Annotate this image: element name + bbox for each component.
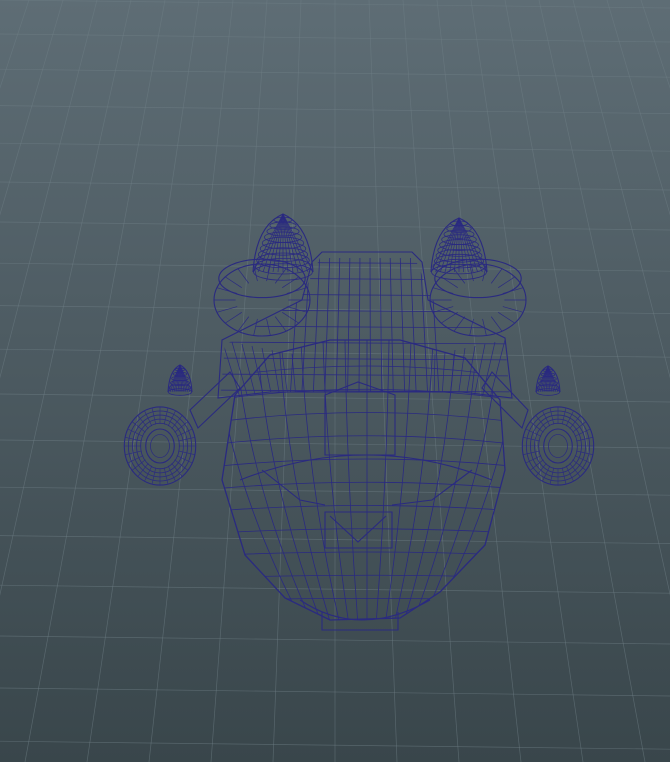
left-engine-pod — [123, 406, 197, 486]
main-hull — [221, 339, 506, 631]
left-top-nacelle — [213, 258, 311, 337]
viewport-canvas[interactable] — [0, 0, 670, 762]
ground-grid — [0, 0, 670, 762]
spaceship-wireframe-model[interactable] — [123, 213, 595, 631]
left-small-thruster-cone — [167, 364, 193, 396]
right-engine-pod — [521, 406, 595, 486]
left-top-thruster-cone — [252, 213, 314, 281]
chin-edge — [299, 599, 431, 621]
right-small-thruster-cone — [535, 365, 561, 396]
maya-viewport-perspective[interactable] — [0, 0, 670, 762]
